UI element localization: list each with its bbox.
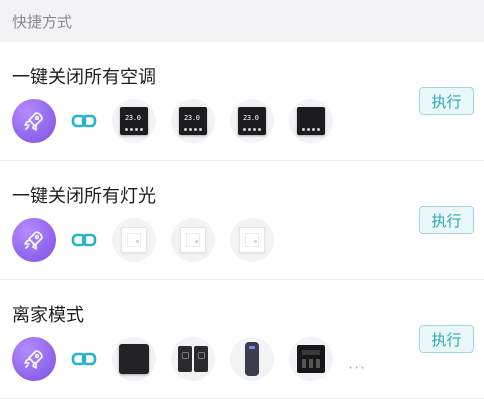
rocket-icon: [12, 337, 56, 381]
scene-device-row: 23.0 23.0 23.0: [12, 99, 333, 143]
link-icon: [71, 113, 97, 129]
device-speaker: [112, 337, 156, 381]
device-smart-plug: [230, 337, 274, 381]
scene-device-row: ···: [12, 337, 366, 381]
scene-title: 一键关闭所有灯光: [12, 186, 156, 207]
device-control-board: [289, 337, 333, 381]
scene-title: 离家模式: [12, 305, 84, 326]
scene-card-away-mode: 离家模式 ··· 执行: [0, 280, 484, 399]
more-devices-indicator: ···: [348, 358, 367, 377]
link-icon: [71, 232, 97, 248]
scene-device-row: [12, 218, 274, 262]
rocket-icon: [12, 218, 56, 262]
device-dual-switch: [171, 337, 215, 381]
device-wall-switch: [230, 218, 274, 262]
execute-button[interactable]: 执行: [419, 87, 474, 115]
device-wall-switch: [112, 218, 156, 262]
rocket-icon: [12, 99, 56, 143]
device-thermostat: 23.0: [112, 99, 156, 143]
scene-card-lights-off: 一键关闭所有灯光 执行: [0, 161, 484, 280]
shortcuts-header: 快捷方式: [0, 0, 484, 42]
execute-button[interactable]: 执行: [419, 206, 474, 234]
link-icon: [71, 351, 97, 367]
device-thermostat: 23.0: [171, 99, 215, 143]
device-thermostat: 23.0: [230, 99, 274, 143]
scene-card-ac-off: 一键关闭所有空调 23.0 23.0 23.0 执行: [0, 42, 484, 161]
execute-button[interactable]: 执行: [419, 325, 474, 353]
device-wall-switch: [171, 218, 215, 262]
scene-title: 一键关闭所有空调: [12, 67, 156, 88]
device-thermostat-panel: [289, 99, 333, 143]
shortcuts-title: 快捷方式: [12, 12, 73, 31]
